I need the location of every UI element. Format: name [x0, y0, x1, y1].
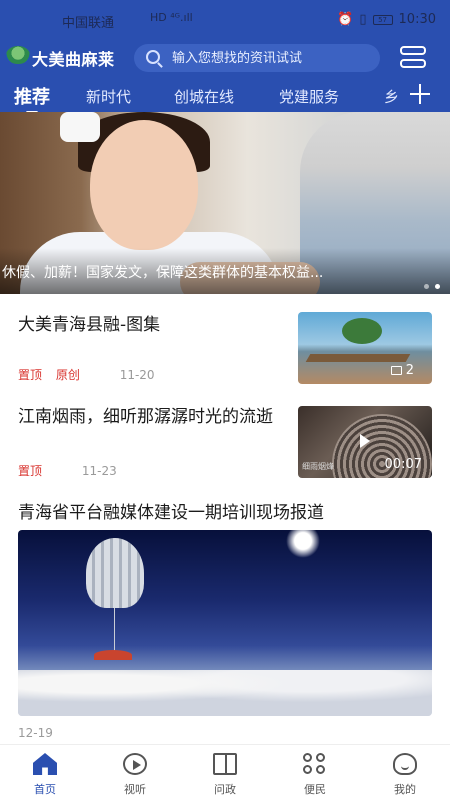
news-title: 青海省平台融媒体建设一期培训现场报道: [18, 503, 324, 523]
book-icon: [213, 753, 237, 775]
news-cover-image[interactable]: [18, 530, 432, 716]
signal-icon: HD ⁴ᴳ.ıll: [150, 11, 193, 24]
tab-new-era[interactable]: 新时代: [86, 86, 131, 107]
nav-label: 视听: [124, 783, 146, 796]
grid-icon: [303, 753, 327, 775]
nav-profile[interactable]: 我的: [375, 751, 435, 799]
gallery-icon: [390, 366, 402, 375]
add-channel-icon[interactable]: [408, 82, 432, 106]
tag-top: 置顶: [18, 464, 43, 478]
vibrate-icon: ▯: [359, 12, 367, 27]
carousel-dots: [424, 284, 440, 289]
bottom-nav: 首页 视听 问政 便民 我的: [0, 744, 450, 800]
search-box[interactable]: [134, 44, 380, 72]
menu-icon: [400, 46, 426, 55]
news-meta: 12-19: [18, 726, 53, 740]
battery-icon: 57: [372, 14, 393, 25]
status-right: ⏰ ▯ 57 10:30: [337, 12, 436, 27]
list-item[interactable]: 江南烟雨，细听那潺潺时光的流逝 置顶 11-23 细雨烟烽 00:07: [18, 404, 432, 480]
header-bar: 中国联通 HD ⁴ᴳ.ıll ⏰ ▯ 57 10:30 大美曲麻莱 推荐: [0, 0, 450, 114]
tab-party[interactable]: 党建服务: [279, 86, 339, 107]
nav-label: 问政: [214, 783, 236, 796]
channel-tabs: 推荐 新时代 创城在线 党建服务 乡: [0, 80, 450, 114]
news-date: 12-19: [18, 726, 53, 740]
tab-recommend[interactable]: 推荐: [14, 83, 50, 114]
person-icon: [393, 753, 417, 775]
news-meta: 置顶 11-23: [18, 462, 117, 479]
search-input[interactable]: [172, 48, 372, 68]
video-thumbnail[interactable]: 细雨烟烽 00:07: [298, 406, 432, 478]
thumbnail-watermark: 细雨烟烽: [302, 462, 334, 471]
banner-carousel[interactable]: 休假、加薪！国家发文，保障这类群体的基本权益...: [0, 112, 450, 294]
search-icon: [146, 50, 160, 64]
news-date: 11-20: [119, 368, 155, 382]
alarm-icon: ⏰: [337, 12, 354, 27]
tag-original: 原创: [55, 368, 80, 382]
menu-button[interactable]: [398, 45, 430, 71]
tab-city[interactable]: 创城在线: [174, 86, 234, 107]
nav-services[interactable]: 便民: [285, 751, 345, 799]
clock: 10:30: [398, 12, 436, 27]
app-bar: 大美曲麻莱: [0, 40, 450, 76]
home-icon: [33, 753, 57, 775]
nav-label: 首页: [34, 783, 56, 796]
app-root: 中国联通 HD ⁴ᴳ.ıll ⏰ ▯ 57 10:30 大美曲麻莱 推荐: [0, 0, 450, 800]
nav-label: 便民: [304, 783, 326, 796]
news-thumbnail: 2: [298, 312, 432, 384]
nav-media[interactable]: 视听: [105, 751, 165, 799]
list-item[interactable]: 大美青海县融-图集 置顶 原创 11-20 2: [18, 312, 432, 388]
news-meta: 置顶 原创 11-20: [18, 366, 155, 383]
video-duration: 00:07: [384, 457, 422, 472]
play-icon: [123, 753, 147, 775]
tab-more-partial[interactable]: 乡: [384, 86, 399, 107]
carrier-label: 中国联通: [62, 16, 115, 31]
nav-politics[interactable]: 问政: [195, 751, 255, 799]
nav-home[interactable]: 首页: [15, 751, 75, 799]
photo-count-badge: 2: [390, 363, 414, 378]
brand-title: 大美曲麻莱: [32, 50, 115, 69]
play-icon: [360, 434, 370, 448]
nav-label: 我的: [394, 783, 416, 796]
logo-icon: [6, 46, 30, 64]
news-date: 11-23: [81, 464, 117, 478]
news-title: 大美青海县融-图集: [18, 315, 161, 335]
tag-top: 置顶: [18, 368, 43, 382]
news-title: 江南烟雨，细听那潺潺时光的流逝: [18, 407, 273, 427]
banner-caption: 休假、加薪！国家发文，保障这类群体的基本权益...: [2, 265, 324, 281]
status-bar: 中国联通 HD ⁴ᴳ.ıll ⏰ ▯ 57 10:30: [0, 8, 450, 32]
